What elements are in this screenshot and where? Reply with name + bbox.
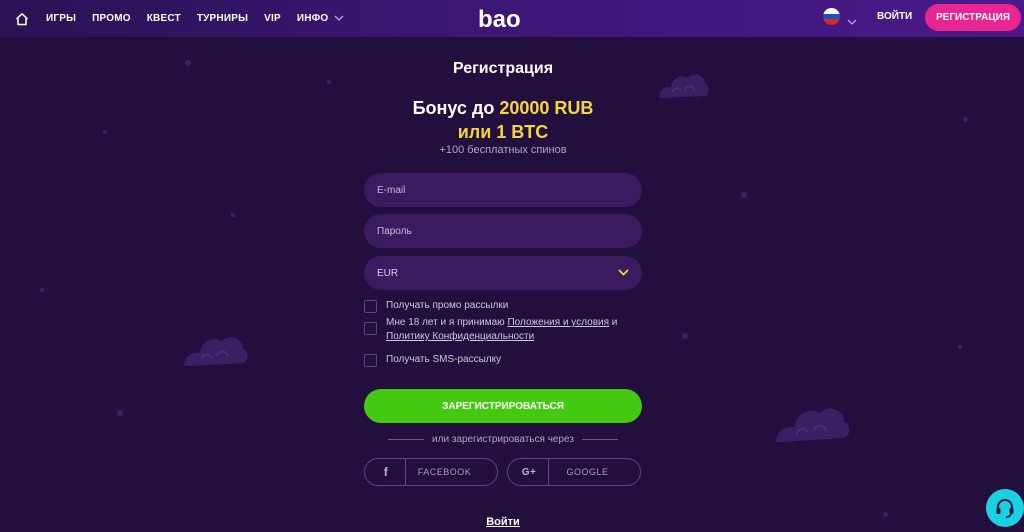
nav-item-info[interactable]: ИНФО [297, 13, 345, 24]
chevron-down-icon [334, 13, 344, 24]
login-link[interactable]: Войти [364, 516, 642, 528]
background-dot [117, 410, 123, 416]
nav-item-vip[interactable]: VIP [264, 13, 281, 24]
background-dot [741, 192, 747, 198]
cloud-decoration [659, 74, 709, 98]
divider-line [388, 439, 425, 440]
cloud-decoration [184, 337, 248, 366]
privacy-policy-link[interactable]: Политику Конфиденциальности [386, 331, 534, 342]
terms-checkbox[interactable] [364, 322, 377, 335]
bonus-btc: или 1 BTC [457, 122, 549, 142]
password-field[interactable]: Пароль [364, 214, 642, 248]
bonus-prefix: Бонус до [412, 98, 500, 118]
terms-and: и [609, 317, 618, 328]
facebook-login-button[interactable]: f FACEBOOK [364, 458, 498, 486]
facebook-icon: f [383, 465, 389, 479]
promo-checkbox-label: Получать промо рассылки [386, 300, 509, 311]
background-dot [40, 288, 44, 292]
sms-checkbox[interactable] [364, 354, 377, 367]
google-label: GOOGLE [566, 467, 609, 477]
bonus-amount: 20000 RUB [499, 98, 594, 118]
terms-link[interactable]: Положения и условия [507, 317, 609, 328]
header-login-button[interactable]: ВОЙТИ [877, 11, 912, 22]
background-dot [327, 80, 331, 84]
nav-item-promo[interactable]: ПРОМО [92, 13, 131, 24]
nav-item-info-label: ИНФО [296, 13, 329, 24]
background-dot [185, 60, 191, 66]
background-dot [103, 130, 107, 134]
sms-checkbox-label: Получать SMS-рассылку [386, 354, 502, 365]
free-spins-note: +100 бесплатных спинов [439, 144, 567, 156]
headset-icon[interactable] [986, 489, 1024, 527]
background-dot [682, 333, 688, 339]
background-dot [231, 213, 235, 217]
russia-flag-icon[interactable] [823, 8, 840, 25]
cloud-decoration [776, 408, 850, 442]
register-submit-button[interactable]: ЗАРЕГИСТРИРОВАТЬСЯ [364, 389, 642, 423]
nav-item-games[interactable]: ИГРЫ [46, 13, 76, 24]
chevron-down-icon[interactable] [847, 12, 857, 30]
promo-checkbox[interactable] [364, 300, 377, 313]
nav-item-tournaments[interactable]: ТУРНИРЫ [197, 13, 248, 24]
facebook-label: FACEBOOK [417, 467, 472, 477]
currency-value: EUR [377, 267, 399, 279]
nav-item-quest[interactable]: КВЕСТ [147, 13, 181, 24]
main-nav: ИГРЫ ПРОМО КВЕСТ ТУРНИРЫ VIP ИНФО [12, 0, 360, 37]
promo-checkbox-row: Получать промо рассылки [364, 299, 508, 313]
terms-prefix: Мне 18 лет и я принимаю [386, 317, 508, 328]
background-dot [963, 117, 968, 122]
or-register-via-text: или зарегистрироваться через [432, 434, 574, 445]
bonus-headline: Бонус до 20000 RUB или 1 BTC [364, 96, 642, 144]
google-login-button[interactable]: G+ GOOGLE [507, 458, 641, 486]
divider-line [581, 439, 618, 440]
header-register-button[interactable]: РЕГИСТРАЦИЯ [925, 4, 1021, 31]
terms-checkbox-row: Мне 18 лет и я принимаю Положения и усло… [364, 316, 617, 344]
currency-select[interactable]: EUR [364, 256, 642, 290]
sms-checkbox-row: Получать SMS-рассылку [364, 353, 501, 367]
terms-checkbox-text: Мне 18 лет и я принимаю Положения и усло… [386, 316, 617, 344]
background-dot [883, 512, 888, 517]
background-dot [958, 345, 962, 349]
google-plus-icon: G+ [521, 466, 537, 478]
email-field[interactable]: E-mail [364, 173, 642, 207]
home-icon[interactable] [12, 9, 32, 29]
top-navigation-bar: ИГРЫ ПРОМО КВЕСТ ТУРНИРЫ VIP ИНФО bao ВО… [0, 0, 1024, 37]
chevron-down-icon [618, 268, 629, 279]
site-logo[interactable]: bao [478, 6, 521, 34]
page-title: Регистрация [452, 60, 554, 77]
social-divider: или зарегистрироваться через [388, 434, 618, 445]
